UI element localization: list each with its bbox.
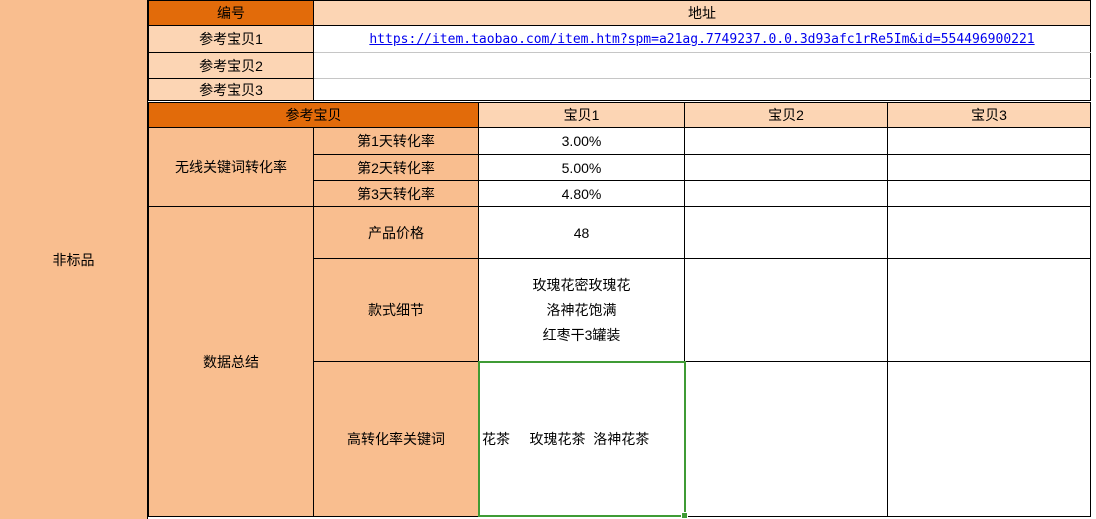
reference-links-table: 编号 地址 参考宝贝1 https://item.taobao.com/item…: [148, 0, 1091, 101]
style-baby1-value-cell[interactable]: 玫瑰花密玫瑰花 洛神花饱满 红枣干3罐装: [479, 259, 685, 362]
data-summary-table: 参考宝贝 宝贝1 宝贝2 宝贝3 无线关键词转化率 第1天转化率 3.00% 第…: [148, 102, 1091, 517]
group-wireless-conversion-cell[interactable]: 无线关键词转化率: [149, 128, 314, 207]
price-baby2-value-cell[interactable]: [685, 207, 888, 259]
fill-handle[interactable]: [681, 512, 688, 519]
day2-conversion-label-cell[interactable]: 第2天转化率: [314, 155, 479, 181]
keywords-baby3-value-cell[interactable]: [888, 362, 1091, 517]
day3-baby1-value-cell[interactable]: 4.80%: [479, 181, 685, 207]
day3-baby2-value-cell[interactable]: [685, 181, 888, 207]
high-conversion-keywords-label-cell[interactable]: 高转化率关键词: [314, 362, 479, 517]
header-baby2-cell[interactable]: 宝贝2: [685, 103, 888, 128]
header-baby3-cell[interactable]: 宝贝3: [888, 103, 1091, 128]
ref-baby1-label-cell[interactable]: 参考宝贝1: [149, 26, 314, 53]
day2-baby3-value-cell[interactable]: [888, 155, 1091, 181]
ref-baby3-label-cell[interactable]: 参考宝贝3: [149, 79, 314, 101]
style-baby3-value-cell[interactable]: [888, 259, 1091, 362]
ref-baby1-url-cell[interactable]: https://item.taobao.com/item.htm?spm=a21…: [314, 26, 1091, 53]
header-ref-cell[interactable]: 参考宝贝: [149, 103, 479, 128]
price-baby1-value-cell[interactable]: 48: [479, 207, 685, 259]
keywords-baby2-value-cell[interactable]: [685, 362, 888, 517]
ref-baby2-label-cell[interactable]: 参考宝贝2: [149, 53, 314, 79]
category-cell[interactable]: 非标品: [0, 0, 148, 519]
day3-conversion-label-cell[interactable]: 第3天转化率: [314, 181, 479, 207]
header-address-cell[interactable]: 地址: [314, 1, 1091, 26]
header-id-cell[interactable]: 编号: [149, 1, 314, 26]
taobao-item-link[interactable]: https://item.taobao.com/item.htm?spm=a21…: [369, 32, 1034, 47]
group-data-summary-cell[interactable]: 数据总结: [149, 207, 314, 517]
header-baby1-cell[interactable]: 宝贝1: [479, 103, 685, 128]
spreadsheet-view: 非标品 编号 地址 参考宝贝1 https://item.taobao.com/…: [0, 0, 1096, 519]
ref-baby2-url-cell[interactable]: [314, 53, 1091, 79]
day1-conversion-label-cell[interactable]: 第1天转化率: [314, 128, 479, 155]
day3-baby3-value-cell[interactable]: [888, 181, 1091, 207]
keywords-baby1-value-cell[interactable]: 花茶 玫瑰花茶 洛神花茶: [479, 362, 685, 517]
day1-baby1-value-cell[interactable]: 3.00%: [479, 128, 685, 155]
day2-baby1-value-cell[interactable]: 5.00%: [479, 155, 685, 181]
style-baby2-value-cell[interactable]: [685, 259, 888, 362]
style-detail-label-cell[interactable]: 款式细节: [314, 259, 479, 362]
price-baby3-value-cell[interactable]: [888, 207, 1091, 259]
day2-baby2-value-cell[interactable]: [685, 155, 888, 181]
day1-baby2-value-cell[interactable]: [685, 128, 888, 155]
day1-baby3-value-cell[interactable]: [888, 128, 1091, 155]
product-price-label-cell[interactable]: 产品价格: [314, 207, 479, 259]
ref-baby3-url-cell[interactable]: [314, 79, 1091, 101]
category-label: 非标品: [53, 250, 95, 270]
